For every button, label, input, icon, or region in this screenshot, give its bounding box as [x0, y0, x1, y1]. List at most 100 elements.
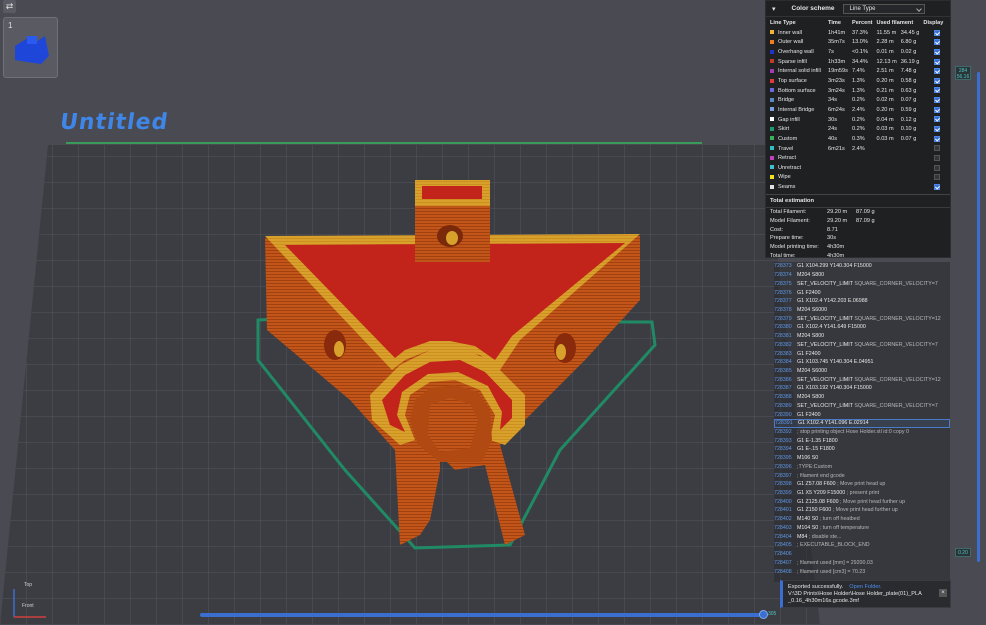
gcode-line[interactable]: 728403 M104 S0 ; turn off temperature — [774, 524, 950, 533]
gcode-line[interactable]: 728377 G1 X102.4 Y142.203 E.06988 — [774, 297, 950, 306]
gcode-command: M104 S0 — [797, 524, 819, 531]
display-checkbox[interactable] — [933, 77, 940, 84]
display-checkbox[interactable] — [933, 135, 940, 142]
gcode-line[interactable]: 728395 M106 S0 — [774, 454, 950, 463]
gcode-line[interactable]: 728400 G1 Z125.08 F600 ; Move print head … — [774, 497, 950, 506]
total-key: Cost: — [770, 226, 784, 233]
line-type-row: Custom 40s 0.3% 0.03 m 0.07 g — [766, 134, 950, 144]
display-checkbox[interactable] — [933, 125, 940, 132]
display-checkbox[interactable] — [933, 183, 940, 190]
gcode-comment: SQUARE_CORNER_VELOCITY=7 — [854, 280, 938, 287]
gcode-line[interactable]: 728407 ; filament used [mm] = 29200.03 — [774, 558, 950, 567]
gcode-line[interactable]: 728396 ;TYPE:Custom — [774, 463, 950, 472]
gcode-line-number: 728403 — [774, 524, 792, 531]
display-checkbox[interactable] — [933, 116, 940, 123]
open-folder-link[interactable]: Open Folder. — [849, 584, 881, 590]
gcode-line[interactable]: 728378 M204 S6000 — [774, 306, 950, 315]
gcode-line[interactable]: 728391 G1 X102.4 Y141.096 E.02914 — [774, 418, 950, 428]
gcode-line[interactable]: 728405 ; EXECUTABLE_BLOCK_END — [774, 541, 950, 550]
gcode-line[interactable]: 728389 SET_VELOCITY_LIMIT SQUARE_CORNER_V… — [774, 402, 950, 411]
gcode-line[interactable]: 728388 M204 S800 — [774, 393, 950, 402]
gcode-line-text: G1 X102.4 Y141.649 F15000 — [797, 324, 866, 330]
gcode-line-number: 728381 — [774, 333, 792, 340]
display-checkbox[interactable] — [933, 174, 940, 181]
percent-cell: 0.2% — [852, 126, 865, 133]
gcode-line[interactable]: 728386 SET_VELOCITY_LIMIT SQUARE_CORNER_V… — [774, 375, 950, 384]
collapse-icon[interactable]: ▾ — [772, 5, 776, 13]
length-cell: 0.03 m — [876, 135, 894, 142]
gcode-line[interactable]: 728402 M140 S0 ; turn off heatbed — [774, 515, 950, 524]
gcode-line[interactable]: 728398 G1 Z57.08 F600 ; Move print head u… — [774, 480, 950, 489]
gcode-line[interactable]: 728392 ; stop printing object Hose Holde… — [774, 428, 950, 437]
display-checkbox[interactable] — [933, 145, 940, 152]
gcode-line[interactable]: 728387 G1 X103.192 Y140.304 F15000 — [774, 384, 950, 393]
color-swatch — [770, 49, 774, 54]
total-row: Model Filament: 29.20 m 87.09 g — [766, 217, 950, 226]
close-notification-button[interactable]: × — [939, 589, 947, 597]
layer-slider[interactable] — [975, 72, 981, 562]
gcode-line[interactable]: 728379 SET_VELOCITY_LIMIT SQUARE_CORNER_V… — [774, 314, 950, 323]
color-swatch — [770, 30, 774, 35]
gcode-line[interactable]: 728408 ; filament used [cm3] = 70.23 — [774, 567, 950, 576]
display-checkbox[interactable] — [933, 39, 940, 46]
gcode-line[interactable]: 728401 G1 Z150 F600 ; Move print head fur… — [774, 506, 950, 515]
gcode-command: M106 S0 — [797, 455, 819, 462]
percent-cell: 13.0% — [852, 39, 868, 46]
length-cell: 2.28 m — [876, 39, 894, 46]
length-cell: 0.03 m — [876, 126, 894, 133]
gcode-line-text: M84 ; disable ste... — [797, 534, 841, 540]
gcode-line[interactable]: 728380 G1 X102.4 Y141.649 F15000 — [774, 323, 950, 332]
weight-cell — [897, 173, 920, 183]
gcode-line[interactable]: 728376 G1 F2400 — [774, 288, 950, 297]
time-cell: 24s — [828, 126, 838, 133]
display-checkbox[interactable] — [933, 48, 940, 55]
gcode-command: M140 S0 — [797, 516, 819, 523]
gcode-line-text: G1 X5 Y209 F15000 ; present print — [797, 490, 879, 496]
gcode-line-text: G1 E-1.35 F1800 — [797, 438, 838, 444]
display-checkbox[interactable] — [933, 154, 940, 161]
gcode-line-text: ; EXECUTABLE_BLOCK_END — [797, 542, 870, 548]
gcode-line[interactable]: 728383 G1 F2400 — [774, 349, 950, 358]
display-checkbox[interactable] — [933, 164, 940, 171]
gcode-line[interactable]: 728390 G1 F2400 — [774, 410, 950, 419]
display-checkbox[interactable] — [933, 97, 940, 104]
time-cell: 7s — [828, 49, 834, 56]
move-slider-thumb[interactable] — [759, 610, 768, 619]
line-type-name: Internal Bridge — [778, 106, 815, 113]
gcode-line[interactable]: 728397 ; filament end gcode — [774, 471, 950, 480]
gcode-line[interactable]: 728375 SET_VELOCITY_LIMIT SQUARE_CORNER_V… — [774, 279, 950, 288]
collapse-sidebar-button[interactable]: ⇄ — [3, 0, 16, 13]
length-cell: 0.02 m — [876, 97, 894, 104]
display-checkbox[interactable] — [933, 68, 940, 75]
gcode-line[interactable]: 728381 M204 S800 — [774, 332, 950, 341]
gcode-line-text: ;TYPE:Custom — [797, 464, 832, 470]
percent-cell: 2.4% — [852, 145, 865, 152]
gcode-line-text: SET_VELOCITY_LIMIT SQUARE_CORNER_VELOCIT… — [797, 281, 938, 287]
plate-thumbnail[interactable]: 1 — [3, 17, 58, 78]
total-value: 4h30m — [827, 252, 845, 259]
gcode-line[interactable]: 728399 G1 X5 Y209 F15000 ; present print — [774, 489, 950, 498]
gcode-line[interactable]: 728384 G1 X103.745 Y140.304 E.04951 — [774, 358, 950, 367]
gcode-line[interactable]: 728393 G1 E-1.35 F1800 — [774, 436, 950, 445]
display-checkbox[interactable] — [933, 58, 940, 65]
total-value: 4h30m — [827, 243, 845, 250]
gcode-viewer[interactable]: 728373 G1 X104.299 Y140.304 F15000 728374… — [774, 262, 950, 582]
color-scheme-select[interactable]: Line Type — [842, 3, 925, 14]
length-cell: 0.21 m — [876, 87, 894, 94]
length-cell: 0.20 m — [876, 78, 894, 85]
display-checkbox[interactable] — [933, 106, 940, 113]
display-checkbox[interactable] — [933, 87, 940, 94]
gcode-command: G1 F2400 — [797, 289, 821, 296]
gcode-line-number: 728388 — [774, 394, 792, 401]
gcode-line[interactable]: 728374 M204 S800 — [774, 271, 950, 280]
gcode-line[interactable]: 728385 M204 S6000 — [774, 367, 950, 376]
gcode-line-text: M204 S800 — [797, 272, 824, 278]
gcode-line[interactable]: 728406 — [774, 550, 950, 559]
gcode-line[interactable]: 728382 SET_VELOCITY_LIMIT SQUARE_CORNER_V… — [774, 340, 950, 349]
display-checkbox[interactable] — [933, 29, 940, 36]
gcode-line-text: SET_VELOCITY_LIMIT SQUARE_CORNER_VELOCIT… — [797, 403, 938, 409]
gcode-line[interactable]: 728373 G1 X104.299 Y140.304 F15000 — [774, 262, 950, 271]
gcode-line[interactable]: 728394 G1 E-.15 F1800 — [774, 445, 950, 454]
gcode-line[interactable]: 728404 M84 ; disable ste... — [774, 532, 950, 541]
move-slider[interactable] — [200, 610, 768, 619]
